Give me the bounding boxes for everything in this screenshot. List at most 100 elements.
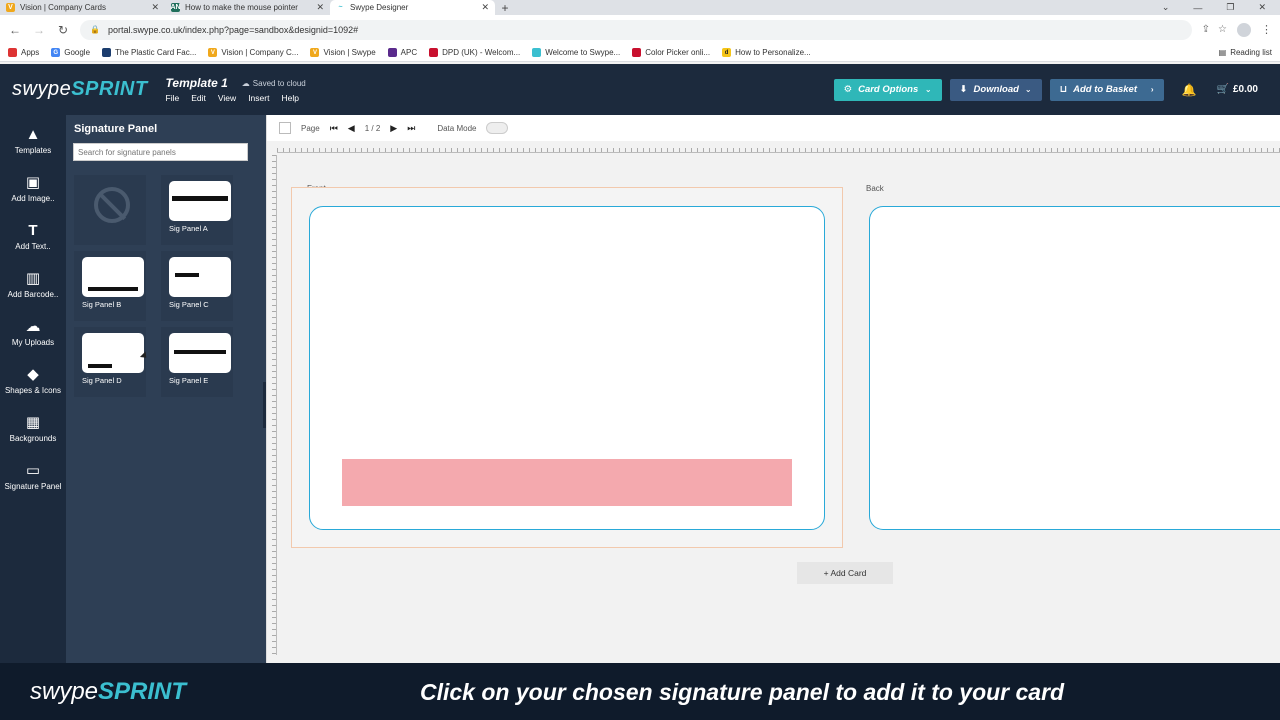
article-favicon-icon: AN (170, 3, 181, 12)
prev-page-icon[interactable]: ◀ (348, 123, 355, 134)
url-field[interactable]: 🔒 portal.swype.co.uk/index.php?page=sand… (80, 19, 1192, 40)
menu-insert[interactable]: Insert (248, 93, 269, 103)
data-mode-toggle[interactable] (486, 122, 509, 134)
menu-help[interactable]: Help (281, 93, 298, 103)
bookmark-favicon-icon (102, 48, 112, 57)
bookmark-plastic-card[interactable]: The Plastic Card Fac... (102, 48, 196, 57)
download-label: Download (973, 84, 1019, 95)
sig-panel-preview (169, 181, 231, 221)
menu-edit[interactable]: Edit (191, 93, 206, 103)
new-tab-icon[interactable]: + (495, 0, 515, 15)
logo-text-sprint: SPRINT (98, 677, 187, 705)
template-title[interactable]: Template 1 (166, 76, 228, 90)
sig-panel-b[interactable]: Sig Panel B (74, 251, 146, 321)
close-tab-icon[interactable]: ✕ (481, 2, 489, 13)
back-card[interactable] (869, 206, 1280, 530)
signature-bar (172, 196, 228, 201)
sig-panel-label: Sig Panel B (82, 300, 122, 309)
browser-tab-active[interactable]: ~ Swype Designer ✕ (330, 0, 495, 15)
first-page-icon[interactable]: ⏮ (330, 123, 338, 134)
sig-panel-preview (82, 257, 144, 297)
download-button[interactable]: ⬇ Download ⌄ (949, 78, 1042, 101)
rail-add-text[interactable]: T Add Text.. (0, 223, 66, 251)
cart-button[interactable]: 🛒 £0.00 (1217, 84, 1258, 95)
card-options-button[interactable]: ⚙ Card Options ⌄ (833, 78, 942, 101)
swype-favicon-icon (532, 48, 542, 57)
restore-icon[interactable]: ❐ (1226, 2, 1234, 13)
horizontal-ruler (277, 143, 1280, 153)
bookmark-label: Color Picker onli... (645, 48, 711, 57)
bookmark-google[interactable]: G Google (51, 48, 90, 57)
reading-list-label: Reading list (1230, 48, 1272, 57)
shapes-icon: ◆ (27, 366, 39, 383)
bookmark-vision-swype[interactable]: V Vision | Swype (310, 48, 376, 57)
signature-search-input[interactable] (73, 143, 248, 161)
forward-icon[interactable]: → (32, 23, 46, 37)
swype-sprint-logo[interactable]: swypeSPRINT (12, 78, 148, 101)
save-status: ☁ Saved to cloud (242, 79, 306, 88)
rail-add-image[interactable]: ▣ Add Image.. (0, 175, 66, 203)
rail-shapes-icons[interactable]: ◆ Shapes & Icons (0, 367, 66, 395)
text-icon: T (28, 222, 38, 239)
bookmark-apps[interactable]: Apps (8, 48, 39, 57)
sig-panel-c[interactable]: Sig Panel C (161, 251, 233, 321)
add-to-basket-button[interactable]: ⊔ Add to Basket › (1049, 78, 1164, 101)
page-counter: 1 / 2 (364, 123, 381, 133)
menu-file[interactable]: File (166, 93, 180, 103)
swype-favicon-icon: ~ (338, 4, 343, 11)
profile-avatar[interactable] (1237, 22, 1251, 37)
sig-panel-a[interactable]: Sig Panel A (161, 175, 233, 245)
reload-icon[interactable]: ↻ (56, 23, 70, 37)
apc-favicon-icon (387, 48, 397, 57)
more-menu-icon[interactable]: ⋮ (1261, 23, 1272, 36)
rail-backgrounds[interactable]: ▦ Backgrounds (0, 415, 66, 443)
next-page-icon[interactable]: ▶ (390, 123, 397, 134)
close-tab-icon[interactable]: ✕ (151, 2, 159, 13)
bookmark-personalize[interactable]: d How to Personalize... (722, 48, 811, 57)
bell-icon[interactable]: 🔔 (1182, 83, 1197, 97)
download-icon: ⬇ (959, 84, 968, 95)
chevron-down-icon[interactable]: ⌄ (1162, 2, 1170, 13)
bookmark-welcome-swype[interactable]: Welcome to Swype... (532, 48, 620, 57)
sig-panel-label: Sig Panel D (82, 376, 122, 385)
rail-templates[interactable]: ▲ Templates (0, 127, 66, 155)
share-icon[interactable]: ⇪ (1202, 24, 1210, 35)
bookmark-apc[interactable]: APC (387, 48, 417, 57)
reading-list[interactable]: ▤ Reading list (1219, 48, 1272, 57)
app-header: swypeSPRINT Template 1 ☁ Saved to cloud F… (0, 64, 1280, 115)
back-icon[interactable]: ← (8, 23, 22, 37)
signature-bar (88, 364, 112, 368)
rail-signature-panel[interactable]: ▭ Signature Panel (0, 463, 66, 491)
dpd-favicon-icon (429, 48, 439, 57)
address-bar-row: ← → ↻ 🔒 portal.swype.co.uk/index.php?pag… (0, 15, 1280, 44)
sig-panel-none[interactable] (74, 175, 146, 245)
sig-panel-e[interactable]: Sig Panel E (161, 327, 233, 397)
star-icon[interactable]: ☆ (1218, 24, 1227, 35)
sig-panel-label: Sig Panel A (169, 224, 208, 233)
minimize-icon[interactable]: — (1193, 3, 1202, 13)
browser-tab[interactable]: V Vision | Company Cards ✕ (0, 0, 165, 15)
browser-tab[interactable]: AN How to make the mouse pointer ✕ (165, 0, 330, 15)
bookmark-color-picker[interactable]: Color Picker onli... (632, 48, 710, 57)
tutorial-banner: swypeSPRINT Click on your chosen signatu… (0, 663, 1280, 720)
select-page-checkbox[interactable] (279, 122, 291, 134)
bookmark-vision-company[interactable]: V Vision | Company C... (208, 48, 298, 57)
sig-panel-d[interactable]: Sig Panel D (74, 327, 146, 397)
rail-label: Add Barcode.. (7, 290, 59, 299)
close-window-icon[interactable]: ✕ (1258, 2, 1266, 13)
cart-total: £0.00 (1232, 84, 1258, 95)
tutorial-caption: Click on your chosen signature panel to … (420, 679, 1065, 705)
signature-strip[interactable] (342, 459, 792, 506)
menu-view[interactable]: View (218, 93, 236, 103)
close-tab-icon[interactable]: ✕ (316, 2, 324, 13)
vision-favicon-icon: V (310, 48, 320, 57)
bookmark-dpd[interactable]: DPD (UK) - Welcom... (429, 48, 520, 57)
panel-title: Signature Panel (74, 123, 158, 135)
rail-add-barcode[interactable]: ▥ Add Barcode.. (0, 271, 66, 299)
add-card-button[interactable]: + Add Card (797, 562, 893, 584)
logo-text-swype: swype (30, 677, 99, 705)
bookmark-label: How to Personalize... (735, 48, 811, 57)
rail-my-uploads[interactable]: ☁ My Uploads (0, 319, 66, 347)
rail-label: Shapes & Icons (4, 386, 62, 395)
last-page-icon[interactable]: ⏭ (407, 123, 415, 134)
